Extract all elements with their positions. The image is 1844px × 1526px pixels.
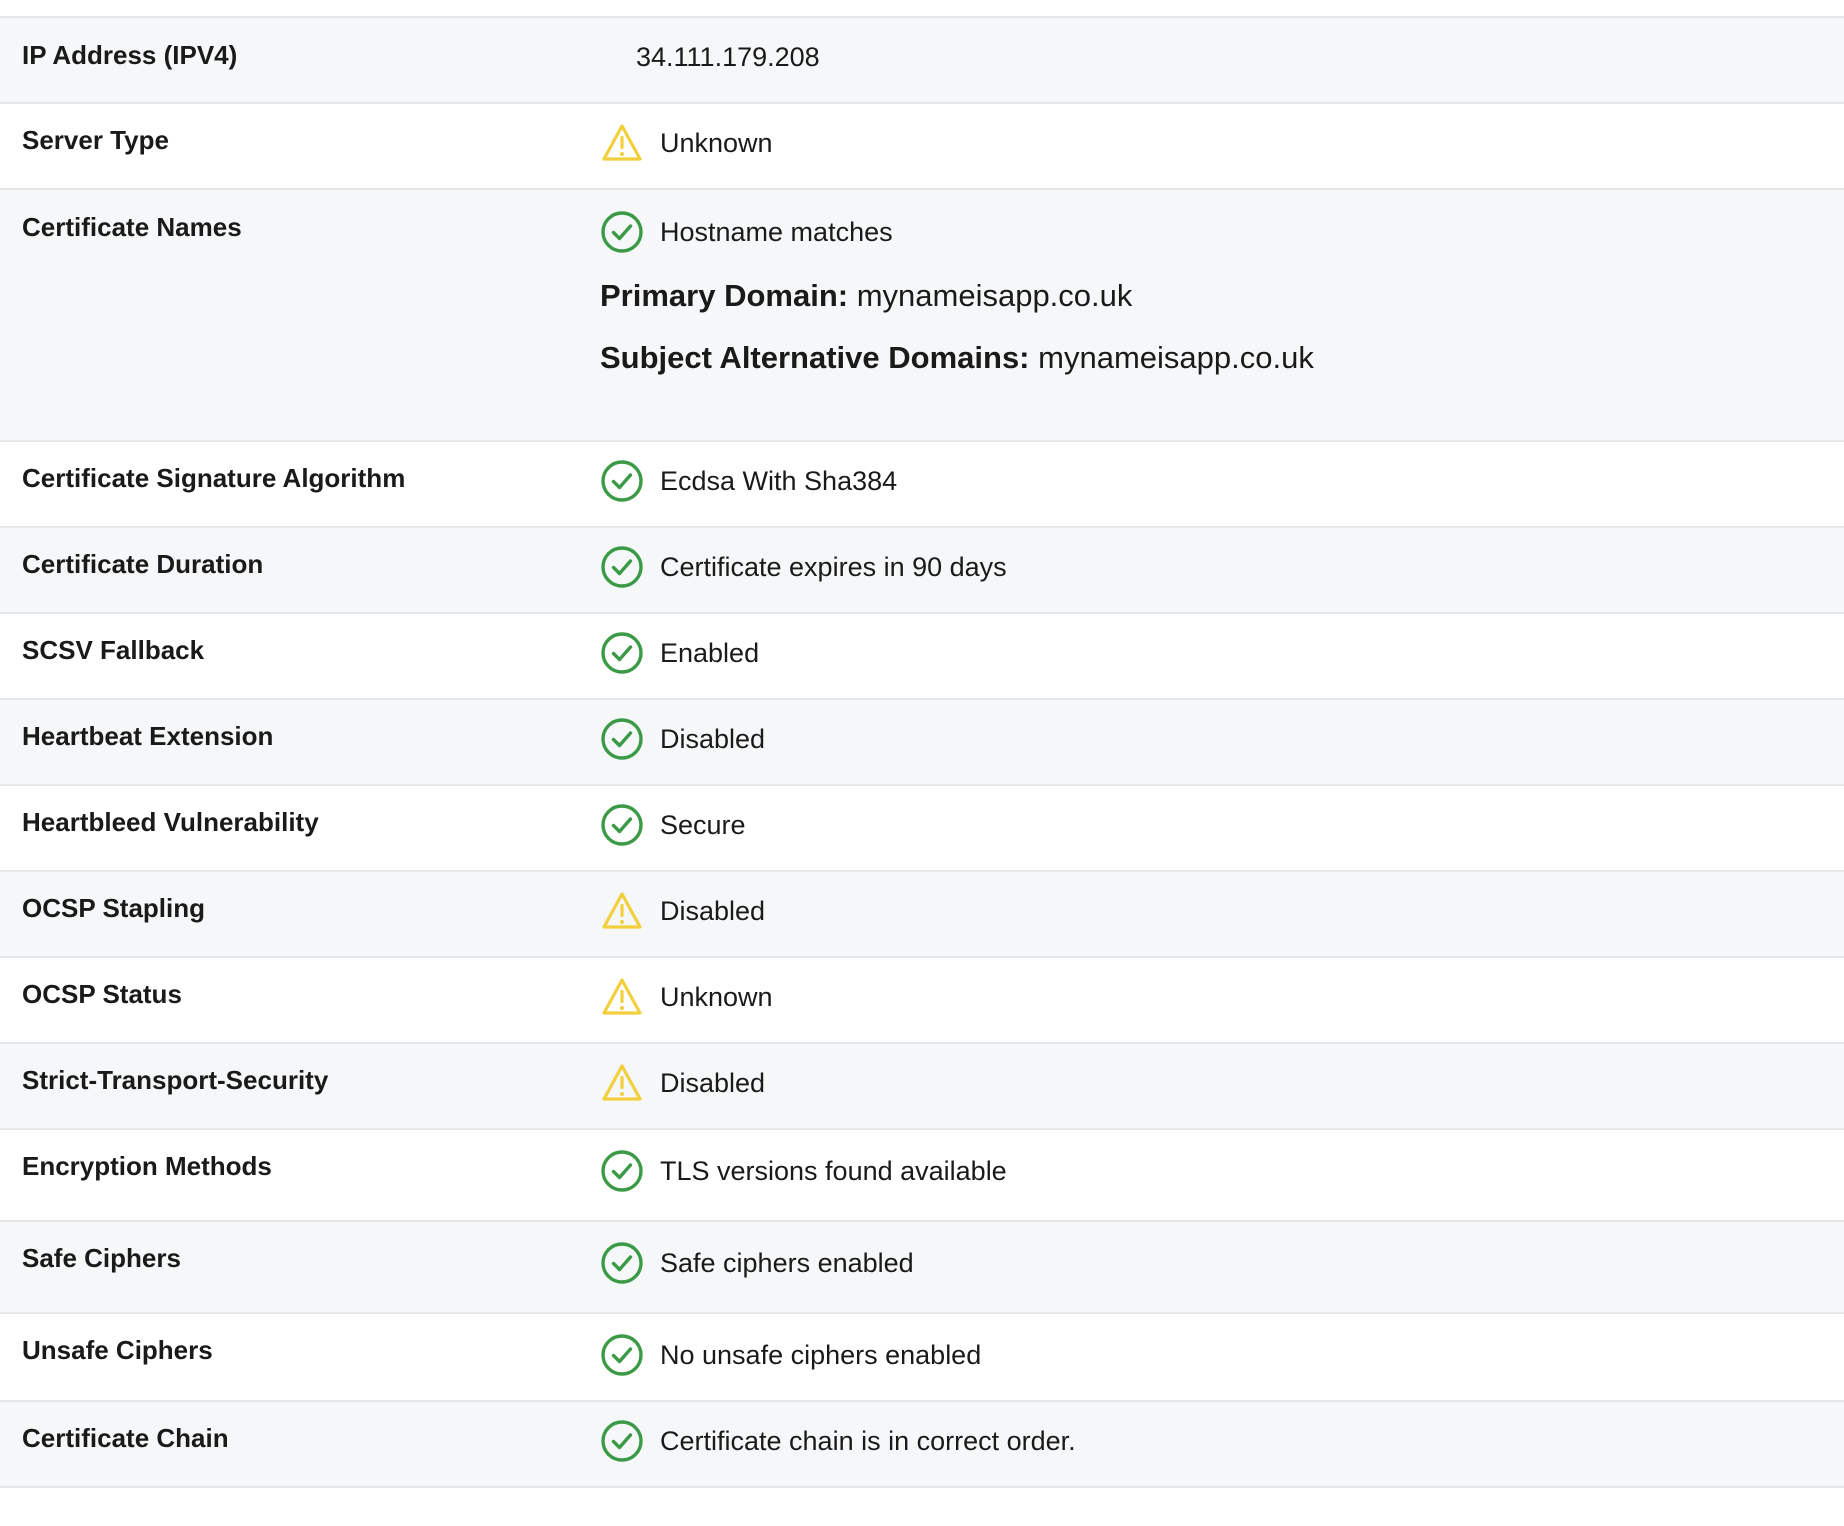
row-value: Certificate expires in 90 days (660, 552, 1007, 582)
row-value-cell: Hostname matches Primary Domain: mynamei… (600, 190, 1844, 378)
row-value-cell: Certificate expires in 90 days (600, 528, 1844, 589)
check-circle-icon (600, 1419, 644, 1463)
primary-domain-line: Primary Domain: mynameisapp.co.uk (600, 276, 1844, 316)
check-circle-icon (600, 459, 644, 503)
table-row-ip-address: IP Address (IPV4) 34.111.179.208 (0, 18, 1844, 104)
row-value-cell: Disabled (600, 872, 1844, 933)
row-value: Disabled (660, 1068, 766, 1098)
row-value-cell: TLS versions found available (600, 1130, 1844, 1193)
row-label: Unsafe Ciphers (22, 1335, 213, 1365)
table-row-ocsp-stapling: OCSP Stapling Disabled (0, 872, 1844, 958)
row-value: TLS versions found available (660, 1156, 1007, 1186)
check-circle-icon (600, 631, 644, 675)
row-value: Disabled (660, 724, 766, 754)
row-value: Certificate chain is in correct order. (660, 1426, 1076, 1456)
san-value: mynameisapp.co.uk (1038, 340, 1314, 375)
row-value-cell: Ecdsa With Sha384 (600, 442, 1844, 503)
row-label: Server Type (22, 125, 169, 155)
primary-domain-label: Primary Domain: (600, 278, 849, 313)
table-row-heartbleed: Heartbleed Vulnerability Secure (0, 786, 1844, 872)
row-value-cell: Safe ciphers enabled (600, 1222, 1844, 1285)
row-value: Ecdsa With Sha384 (660, 466, 898, 496)
check-circle-icon (600, 545, 644, 589)
row-label: Safe Ciphers (22, 1243, 181, 1273)
table-row-certificate-duration: Certificate Duration Certificate expires… (0, 528, 1844, 614)
table-row-certificate-names: Certificate Names Hostname matches Prima… (0, 190, 1844, 442)
check-circle-icon (600, 803, 644, 847)
row-value-cell: Unknown (600, 958, 1844, 1019)
row-value-cell: Disabled (600, 1044, 1844, 1105)
san-label: Subject Alternative Domains: (600, 340, 1030, 375)
row-label: OCSP Stapling (22, 893, 205, 923)
table-row-signature-algorithm: Certificate Signature Algorithm Ecdsa Wi… (0, 442, 1844, 528)
warning-icon (600, 121, 644, 165)
table-row-scsv-fallback: SCSV Fallback Enabled (0, 614, 1844, 700)
row-value-cell: Disabled (600, 700, 1844, 761)
row-label: Certificate Duration (22, 549, 264, 579)
check-circle-icon (600, 717, 644, 761)
row-label: SCSV Fallback (22, 635, 205, 665)
row-value: Safe ciphers enabled (660, 1248, 914, 1278)
check-circle-icon (600, 1241, 644, 1285)
row-value-cell: Enabled (600, 614, 1844, 675)
row-value: Disabled (660, 896, 766, 926)
row-label: OCSP Status (22, 979, 182, 1009)
table-row-server-type: Server Type Unknown (0, 104, 1844, 190)
table-row-ocsp-status: OCSP Status Unknown (0, 958, 1844, 1044)
row-label: Heartbleed Vulnerability (22, 807, 319, 837)
table-row-heartbeat-extension: Heartbeat Extension Disabled (0, 700, 1844, 786)
table-row-hsts: Strict-Transport-Security Disabled (0, 1044, 1844, 1130)
warning-icon (600, 889, 644, 933)
check-circle-icon (600, 210, 644, 254)
table-row-unsafe-ciphers: Unsafe Ciphers No unsafe ciphers enabled (0, 1314, 1844, 1402)
row-value-cell: Secure (600, 786, 1844, 847)
row-label: Encryption Methods (22, 1151, 272, 1181)
row-label: Strict-Transport-Security (22, 1065, 329, 1095)
row-value-cell: Certificate chain is in correct order. (600, 1402, 1844, 1463)
warning-icon (600, 975, 644, 1019)
row-label: Certificate Chain (22, 1423, 229, 1453)
row-value: Unknown (660, 982, 773, 1012)
row-value: Secure (660, 810, 746, 840)
row-label: Heartbeat Extension (22, 721, 274, 751)
row-value: Enabled (660, 638, 760, 668)
row-value: 34.111.179.208 (636, 42, 820, 72)
row-label: IP Address (IPV4) (22, 40, 238, 70)
check-circle-icon (600, 1333, 644, 1377)
table-row-safe-ciphers: Safe Ciphers Safe ciphers enabled (0, 1222, 1844, 1314)
row-value-cell: No unsafe ciphers enabled (600, 1314, 1844, 1377)
row-label: Certificate Names (22, 212, 242, 242)
ssl-report-table: IP Address (IPV4) 34.111.179.208 Server … (0, 16, 1844, 1488)
row-label: Certificate Signature Algorithm (22, 463, 406, 493)
row-value: No unsafe ciphers enabled (660, 1340, 982, 1370)
row-value-cell: Unknown (600, 104, 1844, 165)
warning-icon (600, 1061, 644, 1105)
san-line: Subject Alternative Domains: mynameisapp… (600, 338, 1844, 378)
primary-domain-value: mynameisapp.co.uk (856, 278, 1133, 313)
row-value: Unknown (660, 128, 773, 158)
check-circle-icon (600, 1149, 644, 1193)
table-row-encryption-methods: Encryption Methods TLS versions found av… (0, 1130, 1844, 1222)
table-row-certificate-chain: Certificate Chain Certificate chain is i… (0, 1402, 1844, 1488)
row-value: Hostname matches (660, 217, 893, 247)
